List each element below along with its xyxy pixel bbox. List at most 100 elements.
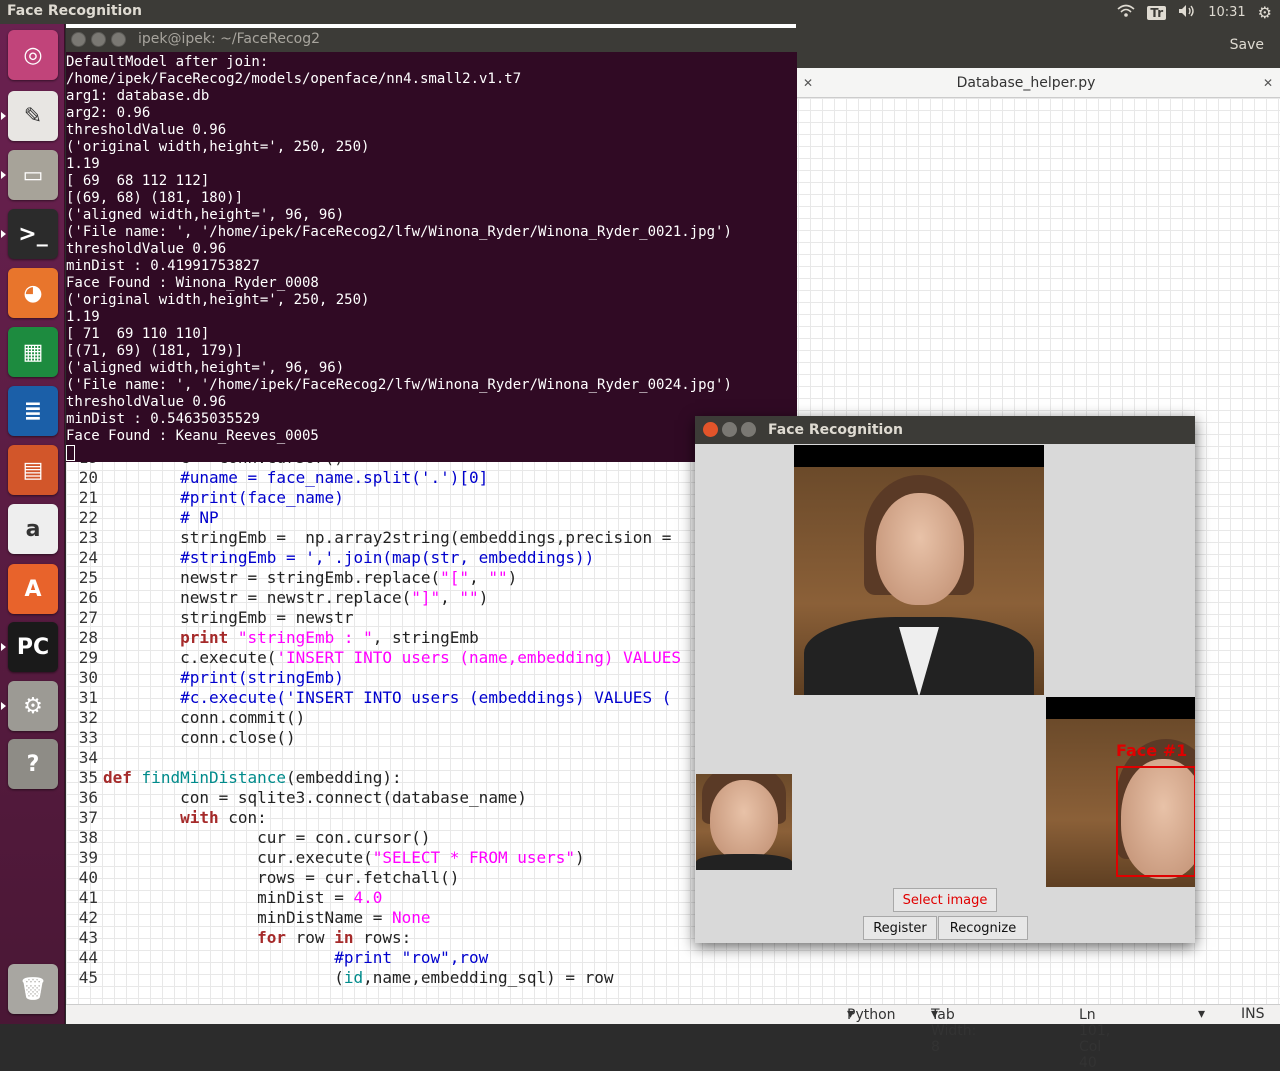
line-number: 27	[78, 608, 98, 627]
maximize-icon[interactable]	[111, 32, 126, 47]
system-tray: Tr 10:31 ⚙	[1117, 3, 1272, 22]
code-line: 44 #print "row",row	[66, 948, 1280, 968]
line-text: def findMinDistance(embedding):	[103, 768, 402, 787]
line-number: 30	[78, 668, 98, 687]
line-text: (id,name,embedding_sql) = row	[103, 968, 614, 987]
firefox-icon[interactable]: ◕	[8, 268, 58, 318]
clock[interactable]: 10:31	[1208, 5, 1245, 20]
save-button[interactable]: Save	[1230, 37, 1264, 53]
system-settings-icon[interactable]: ⚙	[8, 681, 58, 731]
line-number: 38	[78, 828, 98, 847]
line-text: #print "row",row	[334, 948, 489, 967]
line-number: 20	[78, 468, 98, 487]
line-text: #c.execute('INSERT INTO users (embedding…	[180, 688, 672, 707]
face-recognition-titlebar: Face Recognition	[695, 416, 1195, 444]
line-number: 33	[78, 728, 98, 747]
wifi-icon[interactable]	[1117, 4, 1135, 22]
line-number: 45	[78, 968, 98, 987]
files-icon[interactable]: ▭	[8, 150, 58, 200]
line-number: 25	[78, 568, 98, 587]
line-text: #print(stringEmb)	[180, 668, 344, 687]
libreoffice-impress-icon[interactable]: ▤	[8, 445, 58, 495]
close-icon[interactable]	[703, 422, 718, 437]
terminal-output[interactable]: DefaultModel after join:/home/ipek/FaceR…	[66, 53, 797, 462]
line-text: #stringEmb = ','.join(map(str, embedding…	[180, 548, 595, 567]
line-number: 36	[78, 788, 98, 807]
maximize-icon[interactable]	[741, 422, 756, 437]
terminal-line: thresholdValue 0.96	[66, 122, 227, 138]
language-label: Python	[847, 1007, 896, 1023]
close-icon[interactable]: ✕	[1256, 76, 1280, 90]
close-icon[interactable]	[71, 32, 86, 47]
recognize-button[interactable]: Recognize	[938, 916, 1028, 940]
keyboard-layout-indicator[interactable]: Tr	[1147, 5, 1167, 20]
tab-width-label: Tab Width: 8	[931, 1007, 977, 1055]
running-indicator	[1, 112, 6, 120]
chevron-down-icon[interactable]: ▾	[1198, 1006, 1205, 1022]
amazon-icon[interactable]: a	[8, 504, 58, 554]
terminal-line: /home/ipek/FaceRecog2/models/openface/nn…	[66, 71, 522, 87]
terminal-cursor	[66, 445, 75, 461]
line-number: 31	[78, 688, 98, 707]
top-panel: Face Recognition Tr 10:31 ⚙	[0, 0, 1280, 24]
terminal-window[interactable]: ipek@ipek: ~/FaceRecog2 DefaultModel aft…	[66, 28, 797, 462]
terminal-title: ipek@ipek: ~/FaceRecog2	[138, 31, 321, 47]
minimize-icon[interactable]	[722, 422, 737, 437]
line-text: stringEmb = np.array2string(embeddings,p…	[103, 528, 672, 547]
face-box-label: Face #1	[1116, 741, 1188, 760]
trash-icon[interactable]: 🗑	[8, 964, 58, 1014]
terminal-line: ('File name: ', '/home/ipek/FaceRecog2/l…	[66, 377, 732, 393]
tab-width-selector[interactable]: Tab Width: 8 ▾	[931, 1006, 976, 1055]
line-number: 22	[78, 508, 98, 527]
terminal-line: ('File name: ', '/home/ipek/FaceRecog2/l…	[66, 224, 732, 240]
line-text: cur = con.cursor()	[103, 828, 431, 847]
face-recognition-title: Face Recognition	[768, 422, 903, 438]
line-number: 44	[78, 948, 98, 967]
line-number: 37	[78, 808, 98, 827]
line-text: print "stringEmb : ", stringEmb	[180, 628, 479, 647]
terminal-line: ('aligned width,height=', 96, 96)	[66, 207, 345, 223]
line-text: minDist = 4.0	[103, 888, 383, 907]
line-text: cur.execute("SELECT * FROM users")	[103, 848, 585, 867]
register-button[interactable]: Register	[863, 916, 937, 940]
terminal-line: [ 69 68 112 112]	[66, 173, 210, 189]
gear-icon[interactable]: ⚙	[1258, 3, 1272, 22]
launcher: ◎ ✎ ▭ >_ ◕ ▦ ≣ ▤ a A PC ⚙? 🗑	[0, 24, 65, 1024]
line-number: 24	[78, 548, 98, 567]
line-text: newstr = stringEmb.replace("[", "")	[103, 568, 518, 587]
help-icon[interactable]: ?	[8, 739, 58, 789]
editor-headerbar: Save	[796, 24, 1280, 68]
text-editor-icon[interactable]: ✎	[8, 91, 58, 141]
line-text: #print(face_name)	[180, 488, 344, 507]
terminal-line: 1.19	[66, 309, 100, 325]
terminal-line: minDist : 0.54635035529	[66, 411, 260, 427]
line-number: 39	[78, 848, 98, 867]
line-text: conn.commit()	[103, 708, 306, 727]
terminal-line: ('original width,height=', 250, 250)	[66, 139, 370, 155]
terminal-icon[interactable]: >_	[8, 209, 58, 259]
line-number: 26	[78, 588, 98, 607]
volume-icon[interactable]	[1178, 4, 1196, 22]
line-number: 32	[78, 708, 98, 727]
select-image-button[interactable]: Select image	[893, 888, 997, 912]
terminal-line: ('original width,height=', 250, 250)	[66, 292, 370, 308]
line-number: 40	[78, 868, 98, 887]
minimize-icon[interactable]	[91, 32, 106, 47]
line-number: 35	[78, 768, 98, 787]
pycharm-icon[interactable]: PC	[8, 622, 58, 672]
tab-database-helper[interactable]: ✕ Database_helper.py ✕	[796, 68, 1280, 98]
close-icon[interactable]: ✕	[796, 76, 820, 90]
software-center-icon[interactable]: A	[8, 564, 58, 614]
tab-label: Database_helper.py	[956, 75, 1096, 91]
libreoffice-writer-icon[interactable]: ≣	[8, 386, 58, 436]
ubuntu-dash-icon[interactable]: ◎	[8, 30, 58, 80]
line-number: 42	[78, 908, 98, 927]
line-text: for row in rows:	[257, 928, 412, 947]
language-selector[interactable]: Python ▾	[847, 1006, 896, 1023]
terminal-line: Face Found : Keanu_Reeves_0005	[66, 428, 319, 444]
line-number: 23	[78, 528, 98, 547]
terminal-line: [ 71 69 110 110]	[66, 326, 210, 342]
terminal-line: 1.19	[66, 156, 100, 172]
libreoffice-calc-icon[interactable]: ▦	[8, 327, 58, 377]
line-text: minDistName = None	[103, 908, 431, 927]
